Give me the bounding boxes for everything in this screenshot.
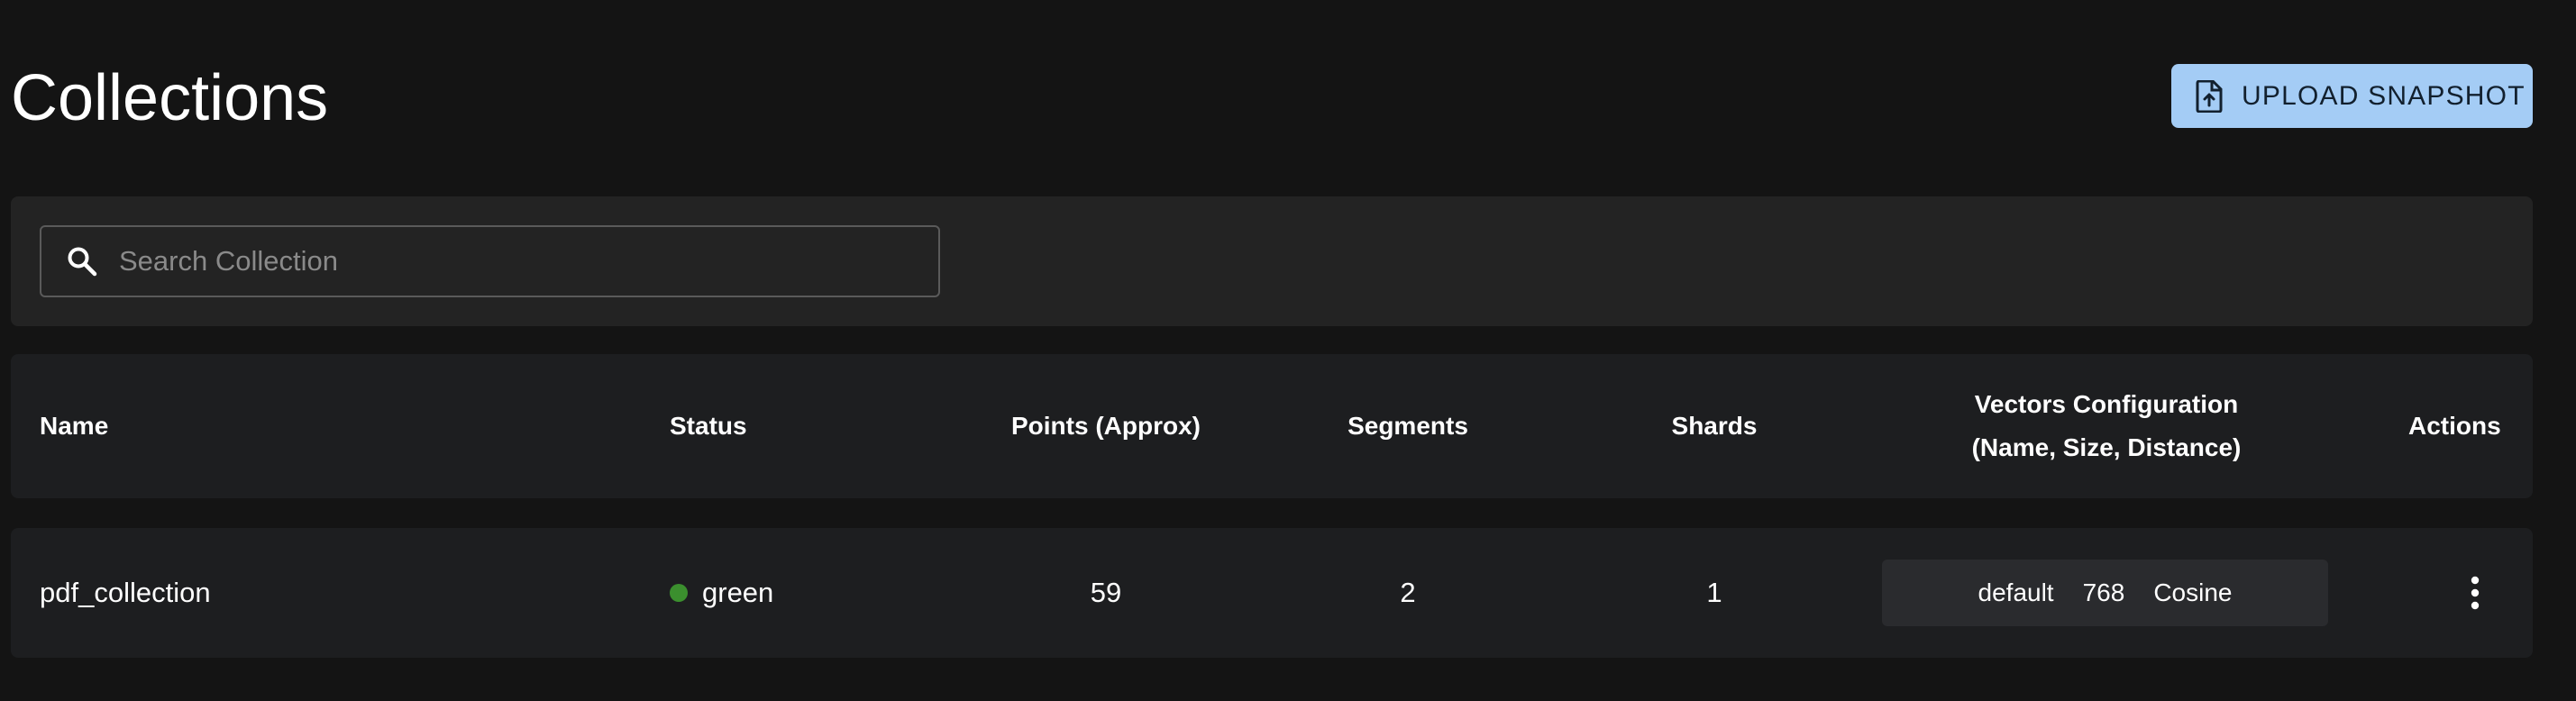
- segments-value: 2: [1400, 577, 1416, 608]
- column-header-vectors[interactable]: Vectors Configuration (Name, Size, Dista…: [1877, 354, 2336, 498]
- table-row[interactable]: pdf_collection green 59 2 1 default 768 …: [11, 528, 2533, 658]
- column-header-vectors-line1: Vectors Configuration: [1974, 390, 2239, 418]
- collection-name-link[interactable]: pdf_collection: [40, 528, 211, 658]
- upload-snapshot-button[interactable]: UPLOAD SNAPSHOT: [2171, 64, 2533, 128]
- shards-value: 1: [1706, 577, 1722, 608]
- search-card: [11, 196, 2533, 326]
- upload-snapshot-label: UPLOAD SNAPSHOT: [2242, 80, 2526, 111]
- column-header-segments[interactable]: Segments: [1273, 354, 1543, 498]
- table-header: Name Status Points (Approx) Segments Sha…: [11, 354, 2533, 498]
- vector-distance: Cosine: [2153, 578, 2233, 606]
- row-actions-button[interactable]: [2446, 564, 2504, 622]
- file-upload-icon: [2196, 79, 2223, 113]
- vector-size: 768: [2082, 578, 2125, 606]
- column-header-vectors-line2: (Name, Size, Distance): [1971, 433, 2242, 461]
- column-header-status[interactable]: Status: [670, 354, 747, 498]
- status-cell: green: [670, 528, 773, 658]
- vectors-config-chip: default 768 Cosine: [1882, 560, 2328, 626]
- status-dot: [670, 584, 688, 602]
- column-header-actions: Actions: [2408, 412, 2501, 440]
- status-text: green: [702, 577, 774, 608]
- search-icon: [67, 246, 97, 277]
- search-box[interactable]: [40, 225, 940, 297]
- column-header-shards[interactable]: Shards: [1588, 354, 1841, 498]
- page-title: Collections: [11, 62, 329, 134]
- search-input[interactable]: [119, 245, 912, 278]
- column-header-name[interactable]: Name: [40, 354, 108, 498]
- vector-name: default: [1978, 578, 2054, 606]
- column-header-points[interactable]: Points (Approx): [957, 354, 1255, 498]
- more-vertical-icon: [2470, 575, 2480, 611]
- points-value: 59: [1090, 577, 1122, 608]
- collections-page: Collections UPLOAD SNAPSHOT Name Status …: [0, 0, 2576, 701]
